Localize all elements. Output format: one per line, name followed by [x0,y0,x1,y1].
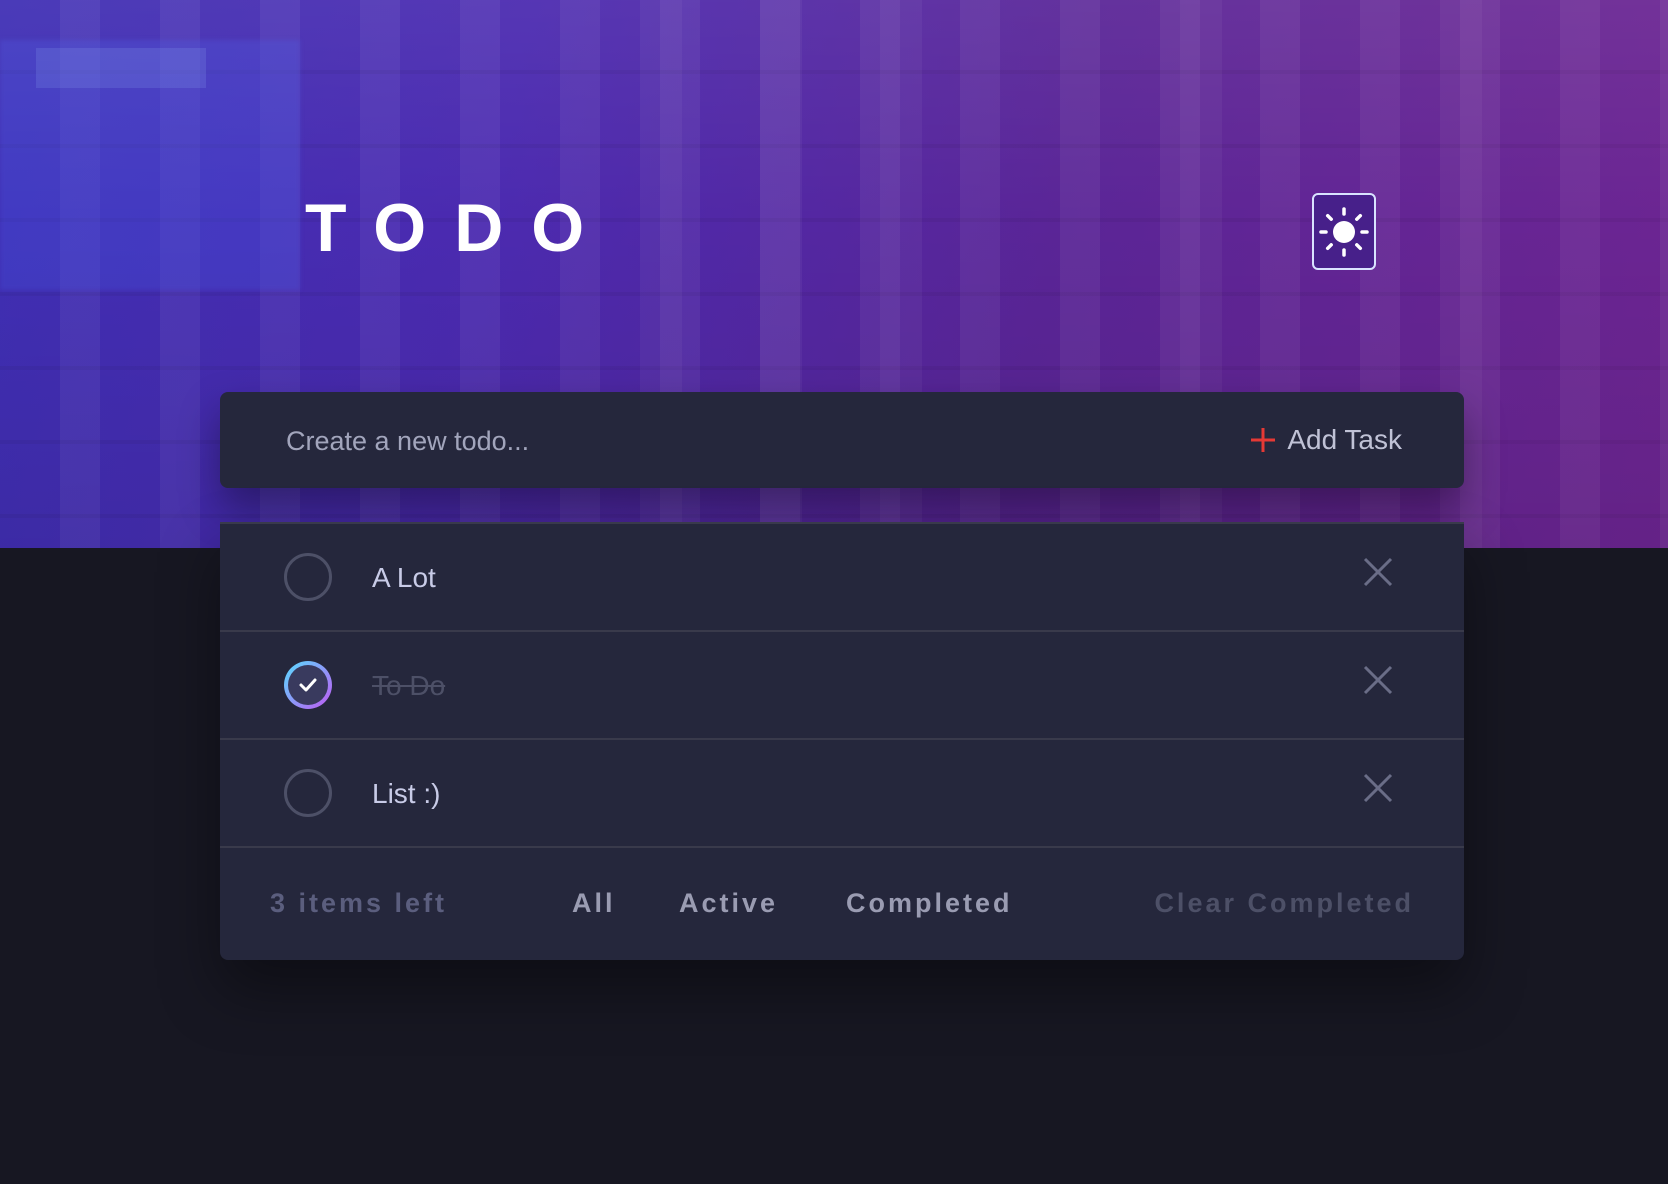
filter-completed[interactable]: Completed [846,888,1013,919]
check-icon [299,678,317,692]
page: TODO Add Task [0,0,1668,1184]
close-icon [1363,665,1393,695]
todo-checkbox[interactable] [284,553,332,601]
todo-checkbox[interactable] [284,769,332,817]
filter-active[interactable]: Active [679,888,778,919]
new-todo-input[interactable] [284,418,1168,464]
add-task-button[interactable]: Add Task [1249,416,1402,464]
delete-todo-button[interactable] [1362,664,1394,696]
checkbox-inner [288,665,328,705]
plus-icon [1251,428,1276,452]
filter-all[interactable]: All [572,888,616,919]
theme-toggle-button[interactable] [1312,193,1376,270]
delete-todo-button[interactable] [1362,556,1394,588]
clear-completed-button[interactable]: Clear Completed [1154,888,1414,919]
hero-background-image [0,40,300,290]
todo-footer: 3 items left All Active Completed Clear … [220,846,1464,960]
hero-background-detail [36,48,206,88]
todo-text[interactable]: List :) [372,774,440,814]
new-todo-card: Add Task [220,392,1464,488]
close-icon [1363,557,1393,587]
delete-todo-button[interactable] [1362,772,1394,804]
todo-checkbox-checked[interactable] [284,661,332,709]
todo-text[interactable]: A Lot [372,558,436,598]
close-icon [1363,773,1393,803]
sun-icon [1319,206,1369,257]
todo-list: A Lot To Do List:) 3 items left All Act… [220,522,1464,960]
todo-item: To Do [220,630,1464,737]
todo-item: List :) [220,738,1464,845]
todo-item: A Lot [220,522,1464,629]
add-task-label: Add Task [1287,424,1402,455]
todo-text[interactable]: To Do [372,666,445,706]
app-title: TODO [305,190,613,266]
items-left-count: 3 items left [270,888,448,918]
